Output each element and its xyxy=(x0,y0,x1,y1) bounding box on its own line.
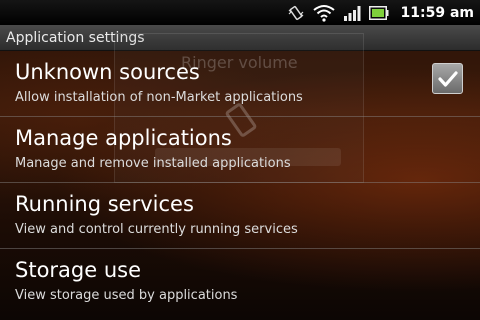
vibrate-icon xyxy=(287,0,305,25)
setting-title: Running services xyxy=(15,192,194,216)
setting-subtitle: View and control currently running servi… xyxy=(15,222,298,237)
wifi-icon xyxy=(312,0,335,25)
settings-screen: 11:59 am Application settings Ringer vol… xyxy=(0,0,480,320)
setting-subtitle: Manage and remove installed applications xyxy=(15,156,291,171)
status-bar: 11:59 am xyxy=(0,0,480,25)
setting-title: Storage use xyxy=(15,258,142,282)
battery-icon xyxy=(368,0,389,25)
setting-storage-use[interactable]: Storage use View storage used by applica… xyxy=(0,249,480,315)
setting-subtitle: View storage used by applications xyxy=(15,288,238,303)
setting-title: Manage applications xyxy=(15,126,232,150)
status-time: 11:59 am xyxy=(400,4,474,21)
unknown-sources-checkbox[interactable] xyxy=(432,63,463,94)
settings-list: Unknown sources Allow installation of no… xyxy=(0,51,480,315)
setting-manage-applications[interactable]: Manage applications Manage and remove in… xyxy=(0,117,480,183)
setting-running-services[interactable]: Running services View and control curren… xyxy=(0,183,480,249)
checkmark-icon xyxy=(437,70,458,87)
setting-title: Unknown sources xyxy=(15,60,200,84)
setting-subtitle: Allow installation of non-Market applica… xyxy=(15,90,303,105)
setting-unknown-sources[interactable]: Unknown sources Allow installation of no… xyxy=(0,51,480,117)
signal-icon xyxy=(343,0,361,25)
